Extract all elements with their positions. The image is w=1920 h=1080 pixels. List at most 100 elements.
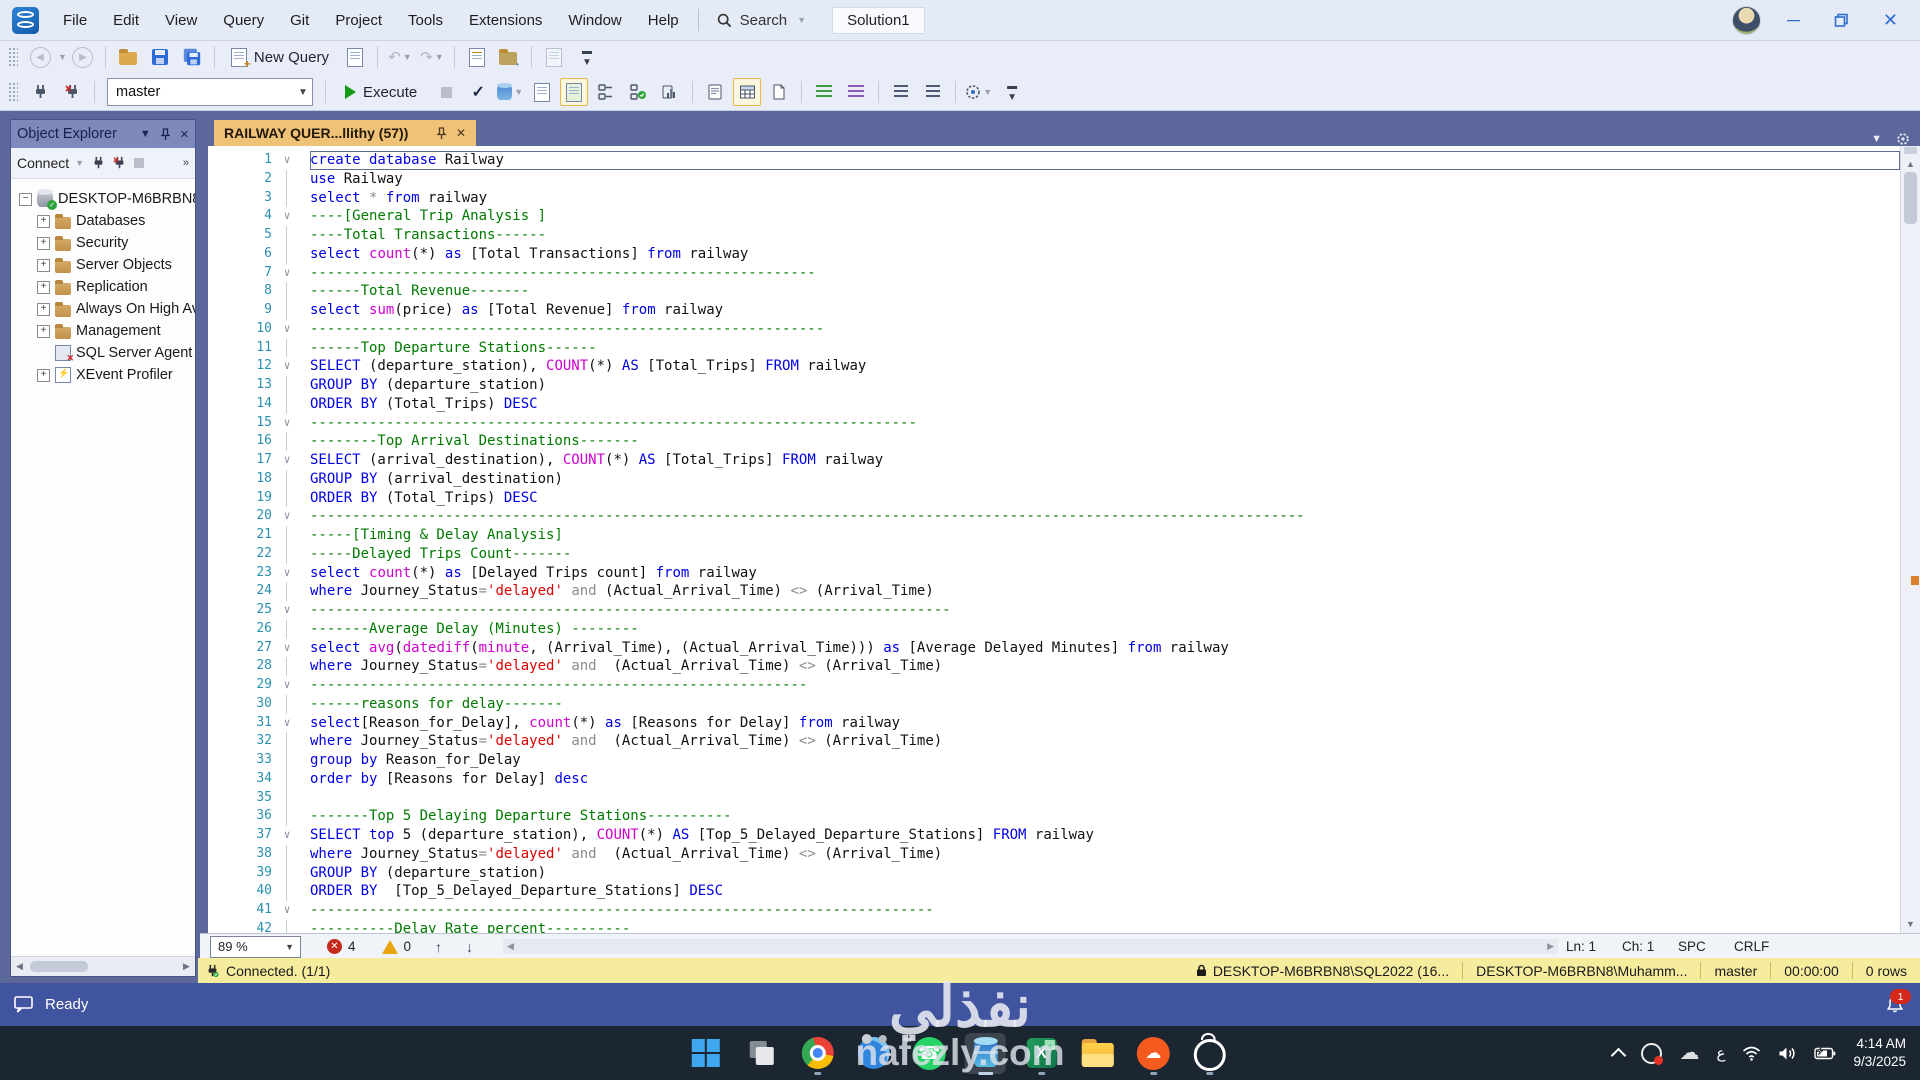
code-text[interactable]: select sum(price) as [Total Revenue] fro… <box>310 301 1900 320</box>
client-statistics-button[interactable] <box>656 78 684 106</box>
error-count[interactable]: 4 <box>348 939 356 954</box>
panel-chevron-down-icon[interactable]: ▼ <box>140 128 151 140</box>
code-line-26[interactable]: 26-------Average Delay (Minutes) -------… <box>208 620 1900 639</box>
code-line-28[interactable]: 28where Journey_Status='delayed' and (Ac… <box>208 657 1900 676</box>
code-line-13[interactable]: 13GROUP BY (departure_station) <box>208 376 1900 395</box>
toolbar2-overflow-button[interactable]: ▬▼ <box>997 78 1025 106</box>
code-text[interactable]: order by [Reasons for Delay] desc <box>310 770 1900 789</box>
code-text[interactable]: --------Top Arrival Destinations------- <box>310 432 1900 451</box>
oe-overflow-chevrons-icon[interactable]: » <box>183 157 189 169</box>
restore-button[interactable] <box>1834 13 1849 28</box>
code-text[interactable]: -----Delayed Trips Count------- <box>310 545 1900 564</box>
fold-collapse-icon[interactable]: ∨ <box>272 264 302 283</box>
tree-item-xevent-profiler[interactable]: +XEvent Profiler <box>11 364 195 386</box>
wifi-icon[interactable] <box>1742 1046 1761 1061</box>
expand-icon[interactable]: + <box>37 369 50 382</box>
code-line-16[interactable]: 16--------Top Arrival Destinations------… <box>208 432 1900 451</box>
menu-window[interactable]: Window <box>555 0 634 40</box>
fold-collapse-icon[interactable]: ∨ <box>272 714 302 733</box>
increase-indent-button[interactable] <box>919 78 947 106</box>
user-cell[interactable]: DESKTOP-M6BRBN8\Muhamm... <box>1462 962 1700 980</box>
toolbar-grip[interactable] <box>8 47 18 67</box>
fold-collapse-icon[interactable]: ∨ <box>272 207 302 226</box>
code-text[interactable]: ------Top Departure Stations------ <box>310 339 1900 358</box>
tree-item-server-objects[interactable]: +Server Objects <box>11 254 195 276</box>
results-to-file-button[interactable] <box>765 78 793 106</box>
code-line-42[interactable]: 42----------Delay Rate percent---------- <box>208 920 1900 933</box>
code-line-29[interactable]: 29∨-------------------------------------… <box>208 676 1900 695</box>
fold-collapse-icon[interactable]: ∨ <box>272 564 302 583</box>
excel-button[interactable]: X <box>1021 1033 1062 1074</box>
cancel-query-button[interactable] <box>432 78 460 106</box>
minimize-button[interactable]: ─ <box>1787 11 1800 29</box>
open-query-button[interactable] <box>341 43 369 71</box>
code-text[interactable]: select count(*) as [Delayed Trips count]… <box>310 564 1900 583</box>
navigate-forward-button[interactable]: ▶ <box>69 43 97 71</box>
tree-item-security[interactable]: +Security <box>11 232 195 254</box>
scroll-down-icon[interactable]: ▼ <box>1901 916 1920 932</box>
code-text[interactable]: ----------------------------------------… <box>310 320 1900 339</box>
hscroll-right-icon[interactable]: ▶ <box>1547 941 1554 952</box>
fold-collapse-icon[interactable]: ∨ <box>272 151 302 170</box>
code-line-33[interactable]: 33group by Reason_for_Delay <box>208 751 1900 770</box>
error-marker[interactable] <box>1911 576 1919 585</box>
code-text[interactable]: ----------------------------------------… <box>310 601 1900 620</box>
code-text[interactable]: -------Average Delay (Minutes) -------- <box>310 620 1900 639</box>
ssms-taskbar-button[interactable] <box>965 1033 1006 1074</box>
panel-close-icon[interactable]: ✕ <box>180 128 189 141</box>
code-line-6[interactable]: 6select count(*) as [Total Transactions]… <box>208 245 1900 264</box>
specify-values-button[interactable]: ▼ <box>964 78 993 106</box>
code-line-15[interactable]: 15∨-------------------------------------… <box>208 414 1900 433</box>
oe-scroll-right-icon[interactable]: ▶ <box>178 957 195 976</box>
vscroll-thumb[interactable] <box>1904 172 1917 224</box>
code-line-32[interactable]: 32where Journey_Status='delayed' and (Ac… <box>208 732 1900 751</box>
code-line-4[interactable]: 4∨----[General Trip Analysis ] <box>208 207 1900 226</box>
code-text[interactable]: select avg(datediff(minute, (Arrival_Tim… <box>310 639 1900 658</box>
open-file-button[interactable] <box>114 43 142 71</box>
code-line-27[interactable]: 27∨select avg(datediff(minute, (Arrival_… <box>208 639 1900 658</box>
code-text[interactable]: ----------------------------------------… <box>310 264 1900 283</box>
code-line-25[interactable]: 25∨-------------------------------------… <box>208 601 1900 620</box>
code-text[interactable]: ORDER BY (Total_Trips) DESC <box>310 489 1900 508</box>
hscroll-left-icon[interactable]: ◀ <box>507 941 514 952</box>
panel-pin-icon[interactable] <box>160 128 171 141</box>
code-line-31[interactable]: 31∨select[Reason_for_Delay], count(*) as… <box>208 714 1900 733</box>
chrome-button[interactable] <box>797 1033 838 1074</box>
oe-scroll-left-icon[interactable]: ◀ <box>11 957 28 976</box>
menu-tools[interactable]: Tools <box>395 0 456 40</box>
menu-project[interactable]: Project <box>322 0 395 40</box>
menu-query[interactable]: Query <box>210 0 277 40</box>
feedback-bubble-icon[interactable] <box>14 996 33 1013</box>
code-line-18[interactable]: 18GROUP BY (arrival_destination) <box>208 470 1900 489</box>
code-text[interactable]: ORDER BY (Total_Trips) DESC <box>310 395 1900 414</box>
execute-button[interactable]: Execute <box>334 78 428 106</box>
fold-collapse-icon[interactable]: ∨ <box>272 357 302 376</box>
code-text[interactable]: -------Top 5 Delaying Departure Stations… <box>310 807 1900 826</box>
language-indicator[interactable]: ع <box>1716 1044 1725 1062</box>
onedrive-icon[interactable]: ☁ <box>1679 1043 1699 1063</box>
code-text[interactable]: create database Railway <box>310 151 1900 170</box>
include-estimated-plan-button[interactable] <box>592 78 620 106</box>
oe-scroll-thumb[interactable] <box>30 961 88 972</box>
parse-button[interactable]: ✓ <box>464 78 492 106</box>
warning-count[interactable]: 0 <box>404 939 412 954</box>
code-text[interactable]: select * from railway <box>310 189 1900 208</box>
menu-extensions[interactable]: Extensions <box>456 0 555 40</box>
file-explorer-button[interactable] <box>1077 1033 1118 1074</box>
code-text[interactable]: ------reasons for delay------- <box>310 695 1900 714</box>
code-text[interactable]: ----------Delay Rate percent---------- <box>310 920 1900 933</box>
tree-item-databases[interactable]: +Databases <box>11 210 195 232</box>
code-line-21[interactable]: 21-----[Timing & Delay Analysis] <box>208 526 1900 545</box>
fold-collapse-icon[interactable]: ∨ <box>272 639 302 658</box>
code-text[interactable]: select[Reason_for_Delay], count(*) as [R… <box>310 714 1900 733</box>
code-line-37[interactable]: 37∨SELECT top 5 (departure_station), COU… <box>208 826 1900 845</box>
code-text[interactable]: GROUP BY (departure_station) <box>310 864 1900 883</box>
object-explorer-header[interactable]: Object Explorer ▼ ✕ <box>11 120 195 148</box>
expand-icon[interactable]: + <box>37 215 50 228</box>
code-text[interactable]: where Journey_Status='delayed' and (Actu… <box>310 582 1900 601</box>
next-item-icon[interactable]: ↓ <box>466 939 473 955</box>
task-view-button[interactable] <box>741 1033 782 1074</box>
code-line-2[interactable]: 2use Railway <box>208 170 1900 189</box>
battery-icon[interactable] <box>1814 1047 1836 1060</box>
decrease-indent-button[interactable] <box>887 78 915 106</box>
